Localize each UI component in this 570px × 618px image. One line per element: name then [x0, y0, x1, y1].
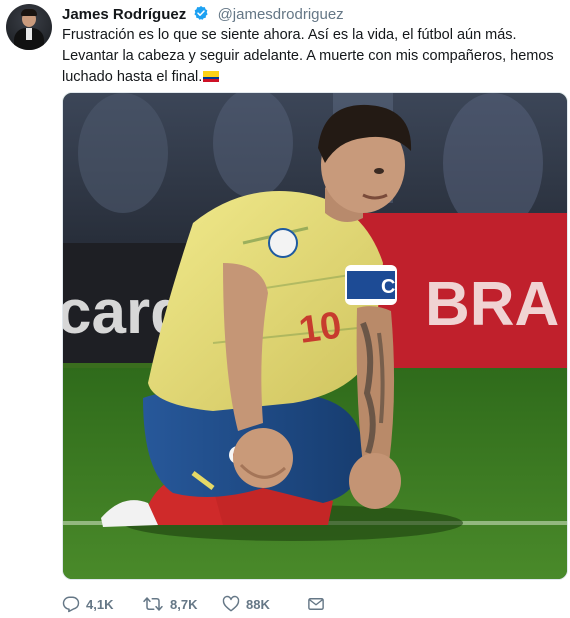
tweet-photo[interactable]: card BRA 10 C [62, 92, 568, 580]
reply-icon [62, 596, 80, 613]
tweet-actions: 4,1K 8,7K 88K [62, 594, 325, 614]
armband-text: C [381, 276, 395, 298]
jersey-number: 10 [296, 304, 344, 351]
reply-button[interactable]: 4,1K [62, 595, 142, 613]
direct-message-button[interactable] [307, 595, 325, 613]
avatar-shirt [26, 28, 32, 40]
like-button[interactable]: 88K [222, 595, 307, 613]
user-name[interactable]: James Rodríguez [62, 6, 186, 23]
photo-scene: card BRA 10 C [63, 93, 567, 579]
retweet-count: 8,7K [170, 596, 198, 612]
reply-count: 4,1K [86, 596, 114, 612]
retweet-button[interactable]: 8,7K [142, 595, 222, 613]
tweet-header: James Rodríguez @jamesdrodriguez [62, 5, 344, 25]
avatar-hair [21, 9, 37, 16]
envelope-icon [308, 598, 324, 610]
tweet-text: Frustración es lo que se siente ahora. A… [62, 25, 562, 88]
verified-badge-icon [193, 5, 209, 25]
colombia-flag-icon [203, 71, 220, 82]
tweet-body: Frustración es lo que se siente ahora. A… [62, 27, 554, 85]
user-handle[interactable]: @jamesdrodriguez [218, 6, 344, 23]
retweet-icon [143, 597, 163, 611]
avatar[interactable] [6, 4, 52, 50]
like-count: 88K [246, 596, 270, 612]
banner-right-text: BRA [425, 270, 559, 339]
heart-icon [222, 595, 240, 612]
